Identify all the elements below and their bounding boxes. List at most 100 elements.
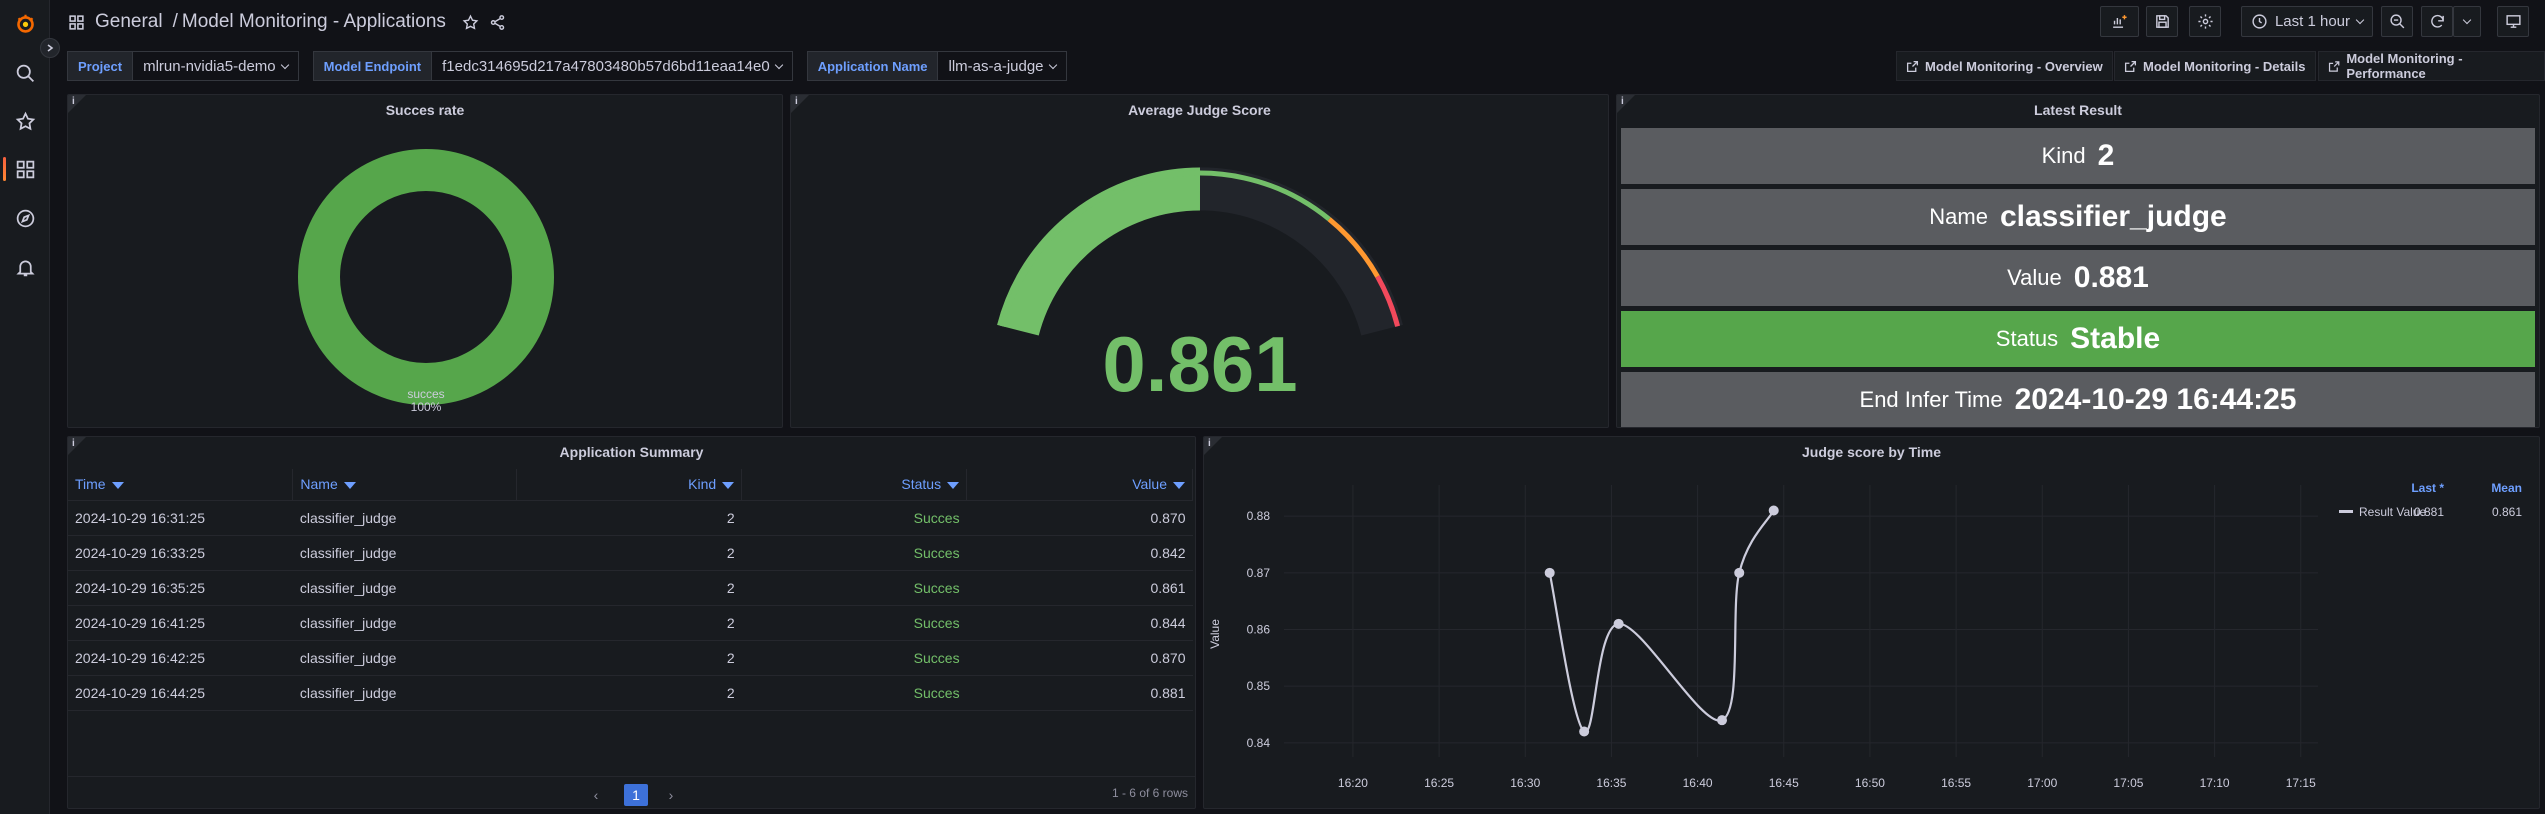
external-link-icon (2328, 60, 2340, 72)
save-dashboard-button[interactable] (2146, 6, 2178, 37)
cell-status: Succes (741, 500, 967, 536)
page-next-button[interactable]: › (659, 784, 683, 806)
breadcrumb-folder[interactable]: General (95, 11, 163, 33)
zoom-out-icon (2389, 14, 2404, 29)
column-header-value[interactable]: Value (966, 469, 1193, 501)
chevron-down-icon (1048, 60, 1057, 69)
column-header-name[interactable]: Name (292, 469, 518, 501)
x-tick-label: 16:25 (1424, 776, 1454, 790)
refresh-button[interactable] (2421, 6, 2453, 37)
cell-value: 0.870 (966, 640, 1193, 676)
chevron-down-icon (2355, 15, 2365, 25)
table-row: 2024-10-29 16:44:25 classifier_judge 2 Succ… (68, 675, 1193, 711)
stat-value-row: Value 0.881 (1621, 250, 2535, 306)
share-icon[interactable] (489, 14, 506, 31)
cell-time: 2024-10-29 16:42:25 (68, 640, 293, 676)
link-label: Model Monitoring - Details (2143, 58, 2306, 74)
time-range-picker[interactable]: Last 1 hour (2241, 6, 2373, 37)
stat-status: Status Stable (1621, 311, 2535, 367)
link-model-monitoring-performance[interactable]: Model Monitoring - Performance (2318, 51, 2545, 81)
search-icon[interactable] (10, 58, 40, 88)
settings-button[interactable] (2189, 6, 2221, 37)
kiosk-mode-button[interactable] (2497, 6, 2529, 37)
stat-key: End Infer Time (1859, 387, 2003, 412)
cell-time: 2024-10-29 16:44:25 (68, 675, 293, 711)
breadcrumb-separator: / (172, 11, 178, 32)
page-prev-button[interactable]: ‹ (584, 784, 608, 806)
alerting-icon[interactable] (10, 252, 40, 282)
stat-name: Name classifier_judge (1621, 189, 2535, 245)
panel-application-summary: i Application Summary Time Name Kind Sta… (67, 436, 1196, 809)
legend-header-last[interactable]: Last * (2411, 481, 2444, 495)
y-tick-label: 0.87 (1247, 566, 1271, 580)
cell-value: 0.870 (966, 500, 1193, 536)
cell-time: 2024-10-29 16:41:25 (68, 605, 293, 641)
chevron-down-icon (774, 60, 783, 69)
page-button-current[interactable]: 1 (624, 784, 648, 806)
external-link-icon (2124, 60, 2137, 72)
data-point (1613, 618, 1624, 629)
panel-success-rate: i Succes rate succes 100% (67, 94, 783, 428)
chevron-down-icon (2462, 15, 2472, 25)
add-panel-button[interactable] (2100, 6, 2139, 37)
refresh-interval-dropdown[interactable] (2453, 6, 2481, 37)
cell-kind: 2 (516, 640, 742, 676)
y-tick-label: 0.84 (1247, 736, 1271, 750)
table-row: 2024-10-29 16:33:25 classifier_judge 2 Succ… (68, 535, 1193, 571)
clock-icon (2252, 14, 2267, 29)
filter-icon[interactable] (111, 482, 124, 490)
cell-status: Succes (741, 640, 967, 676)
filter-icon[interactable] (1173, 482, 1185, 490)
panel-latest-result: i Latest Result Kind 2 Name classifier_jud… (1616, 94, 2540, 428)
y-axis-label: Value (1208, 619, 1222, 649)
filter-icon[interactable] (343, 482, 356, 490)
variable-select-model-endpoint[interactable]: f1edc314695d217a47803480b57d6bd11eaa14e0 (432, 51, 793, 81)
y-tick-label: 0.86 (1247, 623, 1271, 637)
stat-key: Kind (2041, 143, 2086, 168)
legend-last-value: 0.881 (2414, 505, 2444, 519)
column-header-status[interactable]: Status (741, 469, 968, 501)
table-row: 2024-10-29 16:31:25 classifier_judge 2 Succ… (68, 500, 1193, 536)
starred-icon[interactable] (10, 106, 40, 136)
dashboards-icon[interactable] (10, 154, 40, 184)
cell-kind: 2 (516, 675, 742, 711)
column-header-kind[interactable]: Kind (516, 469, 743, 501)
panel-title: Application Summary (559, 444, 704, 460)
sidebar-expand-button[interactable] (40, 38, 60, 58)
success-donut: succes 100% (298, 149, 554, 414)
link-model-monitoring-overview[interactable]: Model Monitoring - Overview (1896, 51, 2113, 81)
save-icon (2155, 15, 2169, 28)
explore-icon[interactable] (10, 203, 40, 233)
cell-status: Succes (741, 570, 967, 606)
stat-end-infer-time: End Infer Time 2024-10-29 16:44:25 (1621, 372, 2535, 427)
y-tick-label: 0.88 (1247, 509, 1271, 523)
variable-value: f1edc314695d217a47803480b57d6bd11eaa14e0 (442, 57, 770, 75)
x-tick-label: 17:15 (2286, 776, 2316, 790)
star-icon[interactable] (462, 13, 479, 31)
dashboard-title: Model Monitoring - Applications (181, 11, 446, 32)
gear-icon (2197, 14, 2213, 29)
grafana-logo-icon[interactable] (10, 8, 40, 38)
chevron-down-icon (280, 60, 289, 69)
cell-name: classifier_judge (292, 640, 517, 676)
external-link-icon (1906, 60, 1919, 72)
filter-icon[interactable] (947, 482, 960, 490)
stat-key: Value (2007, 265, 2062, 290)
cell-name: classifier_judge (292, 605, 517, 641)
x-tick-label: 16:35 (1596, 776, 1626, 790)
link-model-monitoring-details[interactable]: Model Monitoring - Details (2114, 51, 2316, 81)
filter-icon[interactable] (722, 482, 735, 490)
active-indicator (3, 157, 6, 181)
cell-status: Succes (741, 535, 967, 571)
variable-select-application-name[interactable]: llm-as-a-judge (938, 51, 1067, 81)
column-header-time[interactable]: Time (68, 469, 294, 501)
zoom-out-button[interactable] (2381, 6, 2413, 37)
cell-time: 2024-10-29 16:33:25 (68, 535, 293, 571)
cell-time: 2024-10-29 16:35:25 (68, 570, 293, 606)
variable-select-project[interactable]: mlrun-nvidia5-demo (133, 51, 299, 81)
data-point (1579, 726, 1590, 737)
cell-kind: 2 (516, 605, 742, 641)
stat-value: 2024-10-29 16:44:25 (2014, 383, 2297, 416)
legend-header-mean[interactable]: Mean (2491, 481, 2522, 495)
legend-swatch (2339, 510, 2353, 513)
